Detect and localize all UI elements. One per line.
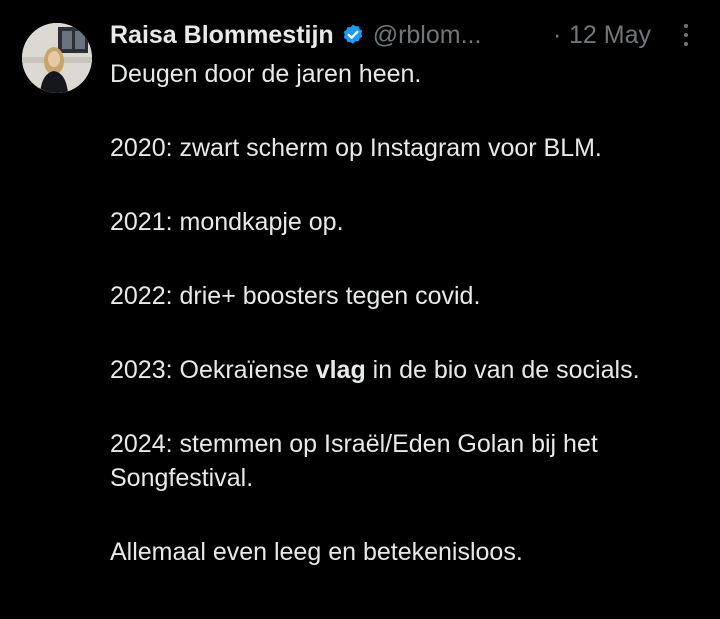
author-handle[interactable]: @rblom... xyxy=(373,21,482,50)
meta-separator: · xyxy=(553,21,562,49)
tweet-line-2022: 2022: drie+ boosters tegen covid. xyxy=(110,282,481,310)
tweet-line-2023-bold: vlag xyxy=(315,356,366,384)
more-options-icon[interactable] xyxy=(676,24,696,50)
tweet-line-2021: 2021: mondkapje op. xyxy=(110,208,344,236)
avatar[interactable] xyxy=(22,23,92,93)
tweet-line-2023-post: in de bio van de socials. xyxy=(365,356,640,384)
tweet-date[interactable]: 12 May xyxy=(569,18,651,52)
tweet-line-2020: 2020: zwart scherm op Instagram voor BLM… xyxy=(110,134,602,162)
tweet-line-intro: Deugen door de jaren heen. xyxy=(110,60,422,88)
tweet-line-closing: Allemaal even leeg en betekenisloos. xyxy=(110,538,523,566)
tweet-line-2023-pre: 2023: Oekraïense xyxy=(110,356,316,384)
verified-badge-icon xyxy=(341,23,365,47)
tweet-line-2023: 2023: Oekraïense vlag in de bio van de s… xyxy=(110,353,700,387)
tweet-header: Raisa Blommestijn @rblom... xyxy=(110,18,481,52)
author-display-name[interactable]: Raisa Blommestijn xyxy=(110,21,334,50)
tweet[interactable]: Raisa Blommestijn @rblom... · 12 May Deu… xyxy=(0,0,720,619)
avatar-photo xyxy=(22,23,92,93)
tweet-line-2024: 2024: stemmen op Israël/Eden Golan bij h… xyxy=(110,430,598,492)
tweet-text: Deugen door de jaren heen. 2020: zwart s… xyxy=(110,57,700,609)
